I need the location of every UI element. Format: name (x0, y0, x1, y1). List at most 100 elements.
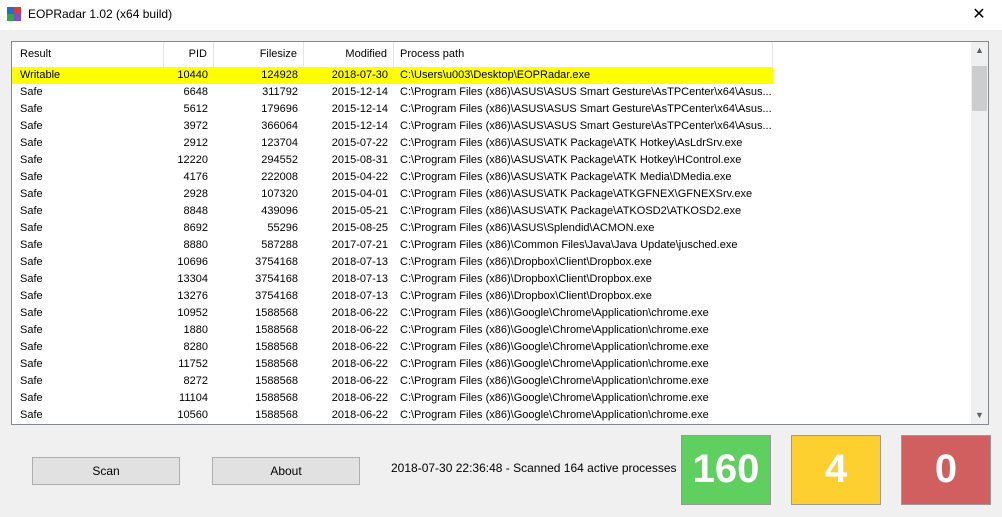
table-row[interactable]: Safe 8848 439096 2015-05-21 C:\Program Files… (12, 203, 973, 220)
column-header-modified[interactable]: Modified (304, 42, 394, 67)
cell-path: C:\Program Files (x86)\ASUS\ASUS Smart G… (400, 120, 772, 132)
table-row[interactable]: Safe 6648 311792 2015-12-14 C:\Program Files… (12, 84, 973, 101)
cell-result: Safe (20, 86, 43, 98)
scroll-down-icon[interactable]: ▼ (971, 407, 988, 424)
cell-result: Safe (20, 256, 43, 268)
column-header-pid[interactable]: PID (164, 42, 214, 67)
cell-modified: 2018-07-30 (331, 69, 388, 81)
cell-result: Safe (20, 239, 43, 251)
table-row[interactable]: Safe 1880 1588568 2018-06-22 C:\Program File… (12, 322, 973, 339)
cell-size: 311792 (262, 86, 298, 98)
cell-modified: 2015-04-01 (331, 188, 388, 200)
table-row[interactable]: Safe 10952 1588568 2018-06-22 C:\Program Fil… (12, 305, 973, 322)
cell-result: Safe (20, 358, 43, 370)
cell-size: 439096 (261, 205, 298, 217)
cell-size: 1588568 (255, 375, 298, 387)
cell-result: Safe (20, 273, 43, 285)
warning-count-badge: 4 (791, 435, 881, 505)
table-row[interactable]: Safe 2912 123704 2015-07-22 C:\Program Files… (12, 135, 973, 152)
table-row[interactable]: Safe 8692 55296 2015-08-25 C:\Program Files … (12, 220, 973, 237)
cell-pid: 2928 (183, 188, 208, 200)
cell-pid: 1880 (183, 324, 208, 336)
cell-result: Safe (20, 103, 43, 115)
cell-pid: 2912 (183, 137, 208, 149)
scan-button[interactable]: Scan (32, 457, 180, 485)
table-row[interactable]: Safe 8880 587288 2017-07-21 C:\Program Files… (12, 237, 973, 254)
cell-modified: 2018-07-13 (331, 273, 388, 285)
table-row[interactable]: Safe 11752 1588568 2018-06-22 C:\Program Fil… (12, 356, 973, 373)
cell-path: C:\Program Files (x86)\ASUS\ATK Package\… (400, 154, 742, 166)
cell-size: 1588568 (255, 324, 298, 336)
cell-path: C:\Program Files (x86)\Dropbox\Client\Dr… (400, 273, 652, 285)
column-header-result[interactable]: Result (12, 42, 164, 67)
cell-size: 366064 (261, 120, 298, 132)
cell-pid: 10560 (177, 409, 208, 421)
cell-pid: 8848 (183, 205, 208, 217)
cell-size: 107320 (261, 188, 298, 200)
cell-path: C:\Program Files (x86)\ASUS\ATK Package\… (400, 137, 743, 149)
cell-pid: 10952 (177, 307, 208, 319)
cell-path: C:\Program Files (x86)\ASUS\ATK Package\… (400, 205, 742, 217)
table-row[interactable]: Safe 8272 1588568 2018-06-22 C:\Program File… (12, 373, 973, 390)
table-row[interactable]: Safe 13304 3754168 2018-07-13 C:\Program Fil… (12, 271, 973, 288)
table-row[interactable]: Safe 13276 3754168 2018-07-13 C:\Program Fil… (12, 288, 973, 305)
status-text: 2018-07-30 22:36:48 - Scanned 164 active… (391, 461, 677, 475)
cell-result: Safe (20, 324, 43, 336)
scrollbar-thumb[interactable] (972, 66, 987, 111)
cell-size: 179696 (261, 103, 298, 115)
table-row[interactable]: Safe 5612 179696 2015-12-14 C:\Program Files… (12, 101, 973, 118)
cell-modified: 2018-07-13 (331, 290, 388, 302)
cell-size: 1588568 (255, 392, 298, 404)
cell-path: C:\Program Files (x86)\Google\Chrome\App… (400, 324, 709, 336)
column-header-filesize[interactable]: Filesize (214, 42, 304, 67)
cell-modified: 2018-06-22 (331, 358, 388, 370)
cell-size: 1588568 (255, 307, 298, 319)
table-row[interactable]: Writable 10440 124928 2018-07-30 C:\Users\u0… (12, 67, 773, 84)
cell-path: C:\Program Files (x86)\ASUS\ASUS Smart G… (400, 86, 772, 98)
cell-size: 222008 (261, 171, 298, 183)
app-icon (7, 7, 21, 21)
cell-modified: 2018-07-13 (331, 256, 388, 268)
table-row[interactable]: Safe 10560 1588568 2018-06-22 C:\Program Fil… (12, 407, 973, 424)
cell-pid: 8692 (183, 222, 208, 234)
table-row[interactable]: Safe 12220 294552 2015-08-31 C:\Program File… (12, 152, 973, 169)
vertical-scrollbar[interactable]: ▲ ▼ (971, 42, 988, 424)
cell-size: 1588568 (255, 341, 298, 353)
about-button[interactable]: About (212, 457, 360, 485)
cell-result: Safe (20, 188, 43, 200)
cell-modified: 2017-07-21 (331, 239, 388, 251)
cell-result: Safe (20, 290, 43, 302)
cell-modified: 2015-12-14 (331, 120, 388, 132)
cell-pid: 12220 (177, 154, 208, 166)
cell-modified: 2018-06-22 (331, 375, 388, 387)
cell-path: C:\Program Files (x86)\Google\Chrome\App… (400, 341, 709, 353)
window-title: EOPRadar 1.02 (x64 build) (28, 7, 173, 21)
cell-modified: 2018-06-22 (331, 341, 388, 353)
table-row[interactable]: Safe 3972 366064 2015-12-14 C:\Program Files… (12, 118, 973, 135)
cell-size: 1588568 (255, 409, 298, 421)
process-list[interactable]: Result PID Filesize Modified Process pat… (11, 41, 989, 425)
cell-result: Safe (20, 222, 43, 234)
scroll-up-icon[interactable]: ▲ (971, 42, 988, 59)
table-row[interactable]: Safe 2928 107320 2015-04-01 C:\Program Files… (12, 186, 973, 203)
cell-modified: 2015-05-21 (331, 205, 388, 217)
cell-path: C:\Program Files (x86)\Google\Chrome\App… (400, 375, 709, 387)
column-header-process-path[interactable]: Process path (394, 42, 773, 67)
table-row[interactable]: Safe 11104 1588568 2018-06-22 C:\Program Fil… (12, 390, 973, 407)
cell-path: C:\Program Files (x86)\Google\Chrome\App… (400, 307, 709, 319)
cell-result: Safe (20, 341, 43, 353)
cell-modified: 2015-12-14 (331, 86, 388, 98)
cell-modified: 2018-06-22 (331, 324, 388, 336)
close-icon[interactable]: ✕ (956, 0, 1002, 30)
cell-pid: 10696 (177, 256, 208, 268)
cell-size: 294552 (261, 154, 298, 166)
cell-pid: 8880 (183, 239, 208, 251)
table-row[interactable]: Safe 10696 3754168 2018-07-13 C:\Program Fil… (12, 254, 973, 271)
cell-pid: 5612 (183, 103, 208, 115)
table-row[interactable]: Safe 4176 222008 2015-04-22 C:\Program Files… (12, 169, 973, 186)
cell-size: 123704 (261, 137, 298, 149)
table-row[interactable]: Safe 8280 1588568 2018-06-22 C:\Program File… (12, 339, 973, 356)
cell-pid: 10440 (177, 69, 208, 81)
list-header: Result PID Filesize Modified Process pat… (12, 42, 973, 67)
cell-modified: 2015-12-14 (331, 103, 388, 115)
